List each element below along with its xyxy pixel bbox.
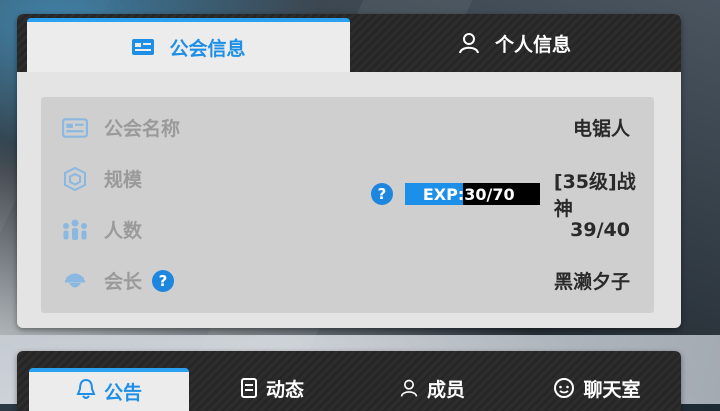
tab-activity-label: 动态 bbox=[265, 378, 304, 401]
guild-leader-value: 黑濑夕子 bbox=[553, 271, 630, 293]
id-card-icon bbox=[61, 114, 89, 142]
guild-info-box: 公会名称 电锯人 规模 ? EXP:30/70 [35级]战神 人数 39/40… bbox=[41, 97, 654, 313]
tab-guild-info-label: 公会信息 bbox=[169, 37, 246, 60]
tab-members[interactable]: 成员 bbox=[367, 365, 497, 411]
row-member-count: 人数 39/40 bbox=[41, 204, 654, 255]
chat-icon bbox=[553, 377, 575, 399]
exp-value: 30/70 bbox=[464, 184, 515, 204]
row-guild-leader: 会长 ? 黑濑夕子 bbox=[41, 255, 654, 306]
guild-name-value: 电锯人 bbox=[572, 118, 630, 140]
leader-icon bbox=[61, 267, 89, 295]
document-icon bbox=[240, 377, 258, 399]
tab-members-label: 成员 bbox=[426, 378, 465, 401]
exp-progress-bar: EXP:30/70 bbox=[404, 183, 540, 205]
exp-label: EXP: bbox=[422, 184, 465, 204]
bottom-tab-bar: 公告 动态 成员 聊天室 bbox=[17, 351, 681, 411]
tab-personal-info[interactable]: 个人信息 bbox=[357, 14, 671, 72]
tab-announcement[interactable]: 公告 bbox=[29, 368, 189, 411]
tab-chatroom[interactable]: 聊天室 bbox=[527, 365, 667, 411]
guild-info-panel: 公会信息 个人信息 公会名称 电锯人 规模 ? EXP:30/70 [35级]战… bbox=[17, 14, 681, 328]
member-count-label: 人数 bbox=[104, 220, 143, 242]
exp-text: EXP:30/70 bbox=[405, 185, 515, 204]
user-icon bbox=[399, 377, 419, 399]
guild-leader-label: 会长 ? bbox=[104, 267, 175, 294]
tab-announcement-label: 公告 bbox=[103, 382, 142, 404]
bell-icon bbox=[76, 378, 96, 400]
guild-leader-label-text: 会长 bbox=[104, 271, 143, 293]
id-card-icon bbox=[131, 38, 155, 56]
top-tab-bar: 公会信息 个人信息 bbox=[17, 14, 681, 72]
tab-chatroom-label: 聊天室 bbox=[583, 378, 641, 401]
scale-help-icon[interactable]: ? bbox=[371, 183, 393, 205]
tab-personal-info-label: 个人信息 bbox=[494, 33, 571, 56]
cube-icon bbox=[61, 165, 89, 193]
guild-scale-label: 规模 bbox=[104, 169, 143, 191]
guild-name-label: 公会名称 bbox=[104, 118, 181, 140]
member-count-value: 39/40 bbox=[570, 218, 630, 241]
leader-help-icon[interactable]: ? bbox=[152, 269, 175, 292]
tab-activity[interactable]: 动态 bbox=[207, 365, 337, 411]
row-guild-name: 公会名称 电锯人 bbox=[41, 102, 654, 153]
row-guild-scale: 规模 ? EXP:30/70 [35级]战神 bbox=[41, 153, 654, 220]
tab-guild-info[interactable]: 公会信息 bbox=[27, 18, 350, 72]
user-icon bbox=[457, 31, 481, 55]
people-icon bbox=[61, 216, 89, 244]
